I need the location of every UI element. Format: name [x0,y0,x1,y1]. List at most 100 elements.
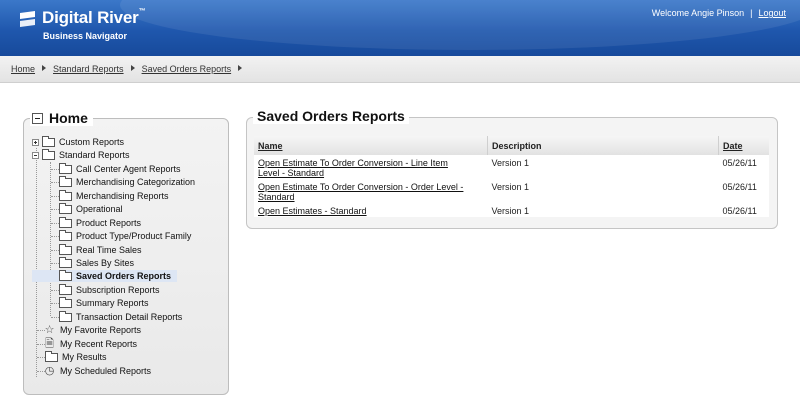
breadcrumb-saved-orders-reports[interactable]: Saved Orders Reports [142,64,232,74]
report-link-line2: Standard [258,192,295,202]
tree-item-merchandising-reports[interactable]: Merchandising Reports [59,189,169,202]
panel-title-text: Home [49,110,88,126]
user-area: Welcome Angie Pinson | Logout [652,8,786,18]
tree-item-label: Merchandising Reports [76,191,169,201]
tree-line [51,236,59,237]
tree-line [51,263,59,264]
tree-line [51,182,59,183]
clock-icon: ◷ [44,365,55,377]
folder-icon [59,216,72,228]
report-date-cell: 05/26/11 [722,182,757,192]
tree-item-saved-orders-reports[interactable]: Saved Orders Reports [32,269,177,282]
tree-item-summary-reports[interactable]: Summary Reports [59,296,149,309]
product-name: Business Navigator [43,31,128,41]
tree-item-label: Real Time Sales [76,245,142,255]
collapse-panel-icon[interactable] [32,112,43,124]
folder-icon [59,269,72,281]
logout-link[interactable]: Logout [758,8,786,18]
brand-text: Digital River [42,8,139,27]
tree-item-product-type-family[interactable]: Product Type/Product Family [59,229,192,242]
folder-icon [59,175,72,187]
folder-icon [59,310,72,322]
breadcrumb-arrow-icon [130,65,135,71]
tree-item-label: My Scheduled Reports [60,366,152,376]
breadcrumb: Home Standard Reports Saved Orders Reports [11,64,249,74]
tree-line [51,250,59,251]
tree-item-label: Merchandising Categorization [76,177,196,187]
tree-line [51,196,59,197]
tree-item-custom-reports[interactable]: Custom Reports [32,135,125,148]
tree-item-product-reports[interactable]: Product Reports [59,216,142,229]
report-link-line1: Open Estimate To Order Conversion - Line… [258,158,448,168]
table-header-row: Name Description Date [254,136,769,155]
tree-item-label: My Favorite Reports [60,325,142,335]
column-header-date[interactable]: Date [718,136,769,155]
brand-name: Digital River™ [42,8,146,28]
tree-item-merchandising-categorization[interactable]: Merchandising Categorization [59,175,196,188]
column-header-description: Description [487,136,719,155]
tree-item-transaction-detail-reports[interactable]: Transaction Detail Reports [59,310,183,323]
folder-icon [59,229,72,241]
report-link-line1: Open Estimate To Order Conversion - Orde… [258,182,464,192]
tree-item-label: Product Type/Product Family [76,231,192,241]
report-link[interactable]: Open Estimate To Order Conversion - Line… [258,158,448,178]
tree-item-my-recent-reports[interactable]: 🗎 My Recent Reports [43,338,137,350]
digital-river-logo-icon [20,11,35,27]
report-name-cell: Open Estimate To Order Conversion - Orde… [254,179,488,203]
expand-icon[interactable] [32,138,39,146]
tree-item-my-scheduled-reports[interactable]: ◷ My Scheduled Reports [43,365,151,377]
report-date-cell: 05/26/11 [722,158,757,168]
tree-item-label: Summary Reports [76,298,149,308]
breadcrumb-arrow-icon [42,65,47,71]
folder-icon [45,350,58,362]
report-description-cell: Version 1 [491,206,530,216]
document-icon: 🗎 [45,338,54,350]
tree-item-label: Saved Orders Reports [76,271,172,281]
tree-item-real-time-sales[interactable]: Real Time Sales [59,243,142,256]
report-description-cell: Version 1 [491,182,530,192]
report-name-cell: Open Estimates - Standard [254,203,488,217]
star-icon: ☆ [44,324,55,336]
table-row: Open Estimate To Order Conversion - Orde… [254,179,769,203]
table-row: Open Estimate To Order Conversion - Line… [254,155,769,179]
tree-item-my-favorite-reports[interactable]: ☆ My Favorite Reports [43,324,141,336]
breadcrumb-standard-reports[interactable]: Standard Reports [53,64,124,74]
tree-line [37,357,45,358]
tree-item-standard-reports[interactable]: Standard Reports [32,148,130,161]
tree-line [51,303,59,304]
app-header: Digital River™ Business Navigator Welcom… [0,0,800,56]
folder-icon [59,256,72,268]
tree-item-sales-by-sites[interactable]: Sales By Sites [59,256,135,269]
tree-line [51,290,59,291]
table-row: Open Estimates - Standard Version 1 05/2… [254,203,769,217]
collapse-icon[interactable] [32,151,39,159]
tree-item-label: Sales By Sites [76,258,135,268]
trademark: ™ [138,8,146,15]
tree-item-label: Transaction Detail Reports [76,312,183,322]
report-link[interactable]: Open Estimates - Standard [258,206,367,216]
folder-icon [42,135,55,147]
tree-item-subscription-reports[interactable]: Subscription Reports [59,283,160,296]
report-link[interactable]: Open Estimate To Order Conversion - Orde… [258,182,463,202]
tree-item-call-center-agent-reports[interactable]: Call Center Agent Reports [59,162,181,175]
tree-line [51,169,59,170]
tree-item-label: Call Center Agent Reports [76,164,181,174]
tree-item-operational[interactable]: Operational [59,202,123,215]
folder-icon [59,189,72,201]
breadcrumb-arrow-icon [238,65,243,71]
folder-icon [59,162,72,174]
column-header-name[interactable]: Name [254,136,488,155]
tree-item-label: Product Reports [76,218,142,228]
tree-item-label: Custom Reports [59,137,125,147]
tree-item-label: My Recent Reports [60,339,138,349]
tree-line [51,223,59,224]
tree-line [50,162,51,316]
folder-icon [59,243,72,255]
breadcrumb-bar: Home Standard Reports Saved Orders Reports [0,56,800,83]
reports-table: Name Description Date Open Estimate To O… [254,136,769,217]
tree-item-label: My Results [62,352,107,362]
tree-line [51,317,59,318]
tree-item-my-results[interactable]: My Results [45,350,107,363]
tree-item-label: Subscription Reports [76,285,160,295]
breadcrumb-home[interactable]: Home [11,64,35,74]
